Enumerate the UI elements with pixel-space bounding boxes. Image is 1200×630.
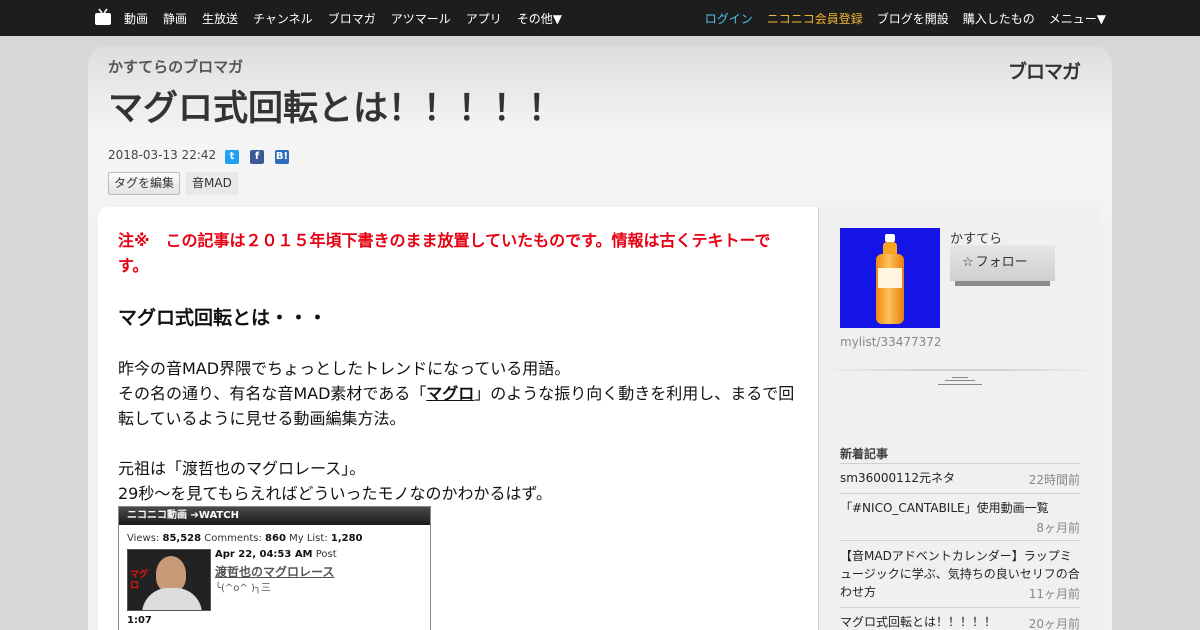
- nav-item-douga[interactable]: 動画: [124, 10, 148, 27]
- recent-divider: [840, 493, 1080, 494]
- login-link[interactable]: ログイン: [705, 10, 753, 27]
- embed-header: ニコニコ動画 ➔WATCH: [119, 507, 430, 525]
- post-date: 2018-03-13 22:42: [108, 148, 217, 162]
- nav-item-other-dropdown[interactable]: その他▼: [517, 10, 562, 27]
- top-navigation-bar: 動画 静画 生放送 チャンネル ブロマガ アツマール アプリ その他▼ ログイン…: [0, 0, 1200, 36]
- open-blog-link[interactable]: ブログを開設: [877, 10, 949, 27]
- article-notice: 注※ この記事は２０１５年頃下書きのまま放置していたものです。情報は古くテキトー…: [118, 231, 771, 275]
- menu-dropdown[interactable]: メニュー▼: [1049, 10, 1106, 27]
- bottle-label: [878, 268, 902, 288]
- hamburger-menu-icon[interactable]: [938, 376, 982, 386]
- menu-line: [945, 380, 975, 381]
- video-stats: Views: 85,528 Comments: 860 My List: 1,2…: [127, 533, 363, 544]
- tag-otomad[interactable]: 音MAD: [186, 172, 238, 195]
- recent-articles-heading: 新着記事: [840, 447, 889, 461]
- video-description: ╰(^o^ )╮三: [215, 583, 271, 594]
- article-paragraph: 元祖は「渡哲也のマグロレース」。: [118, 459, 366, 478]
- author-avatar[interactable]: [840, 228, 940, 328]
- account-menu: ログイン ニコニコ会員登録 ブログを開設 購入したもの メニュー▼: [691, 0, 1106, 36]
- article-paragraph: 29秒～を見てもらえればどういったモノなのかわかるはず。: [118, 484, 552, 503]
- video-thumbnail[interactable]: マグロ: [127, 549, 211, 611]
- blomaga-logo[interactable]: ブロマガ: [1008, 57, 1081, 84]
- nav-item-blomaga[interactable]: ブロマガ: [328, 10, 376, 27]
- edit-tags-button[interactable]: タグを編集: [108, 172, 181, 195]
- post-label: Post: [315, 549, 337, 560]
- recent-divider: [840, 540, 1080, 541]
- video-post-date: Apr 22, 04:53 AM Post: [215, 549, 337, 560]
- follow-label: フォロー: [975, 255, 1028, 270]
- comments-label: Comments:: [204, 533, 262, 544]
- register-link[interactable]: ニコニコ会員登録: [767, 10, 863, 27]
- article-heading: マグロ式回転とは・・・: [118, 307, 328, 329]
- recent-article-time: 20ヶ月前: [1028, 617, 1080, 630]
- video-length: 1:07: [127, 615, 152, 626]
- niconico-tv-icon[interactable]: [94, 8, 112, 26]
- recent-article-time: 22時間前: [1028, 473, 1080, 487]
- nav-item-atsumaru[interactable]: アツマール: [391, 10, 451, 27]
- service-menu: 動画 静画 生放送 チャンネル ブロマガ アツマール アプリ その他▼: [124, 0, 577, 36]
- blog-name-link[interactable]: かすてらのブロマガ: [108, 56, 243, 77]
- nav-item-channel[interactable]: チャンネル: [253, 10, 313, 27]
- twitter-share-icon[interactable]: t: [225, 150, 239, 164]
- star-icon: ☆: [962, 255, 974, 270]
- embedded-video-player[interactable]: ニコニコ動画 ➔WATCH Views: 85,528 Comments: 86…: [118, 506, 431, 630]
- article-title: マグロ式回転とは！！！！！: [108, 89, 564, 129]
- nav-item-live[interactable]: 生放送: [202, 10, 238, 27]
- author-mylist-link[interactable]: mylist/33477372: [840, 335, 942, 349]
- mylist-label: My List:: [289, 533, 328, 544]
- bottle-cap: [885, 234, 895, 242]
- bottle-image: [876, 234, 904, 324]
- sidebar-separator: [819, 369, 1102, 371]
- hatena-bookmark-icon[interactable]: B!: [275, 150, 289, 164]
- thumbnail-face: [156, 556, 186, 592]
- views-label: Views:: [127, 533, 160, 544]
- comments-count: 860: [265, 533, 286, 544]
- post-datetime: Apr 22, 04:53 AM: [215, 549, 313, 560]
- maguro-link[interactable]: マグロ: [426, 384, 474, 403]
- recent-article-time: 11ヶ月前: [1028, 587, 1080, 601]
- nav-item-seiga[interactable]: 静画: [163, 10, 187, 27]
- menu-line: [938, 384, 982, 385]
- follow-button[interactable]: ☆ フォロー: [950, 245, 1055, 281]
- sidebar-divider: [818, 207, 819, 630]
- article-paragraph: 昨今の音MAD界隈でちょっとしたトレンドになっている用語。: [118, 359, 571, 378]
- menu-line: [952, 377, 968, 378]
- nav-item-apps[interactable]: アプリ: [466, 10, 502, 27]
- views-count: 85,528: [162, 533, 202, 544]
- recent-divider: [840, 607, 1080, 608]
- bottle-body: [876, 254, 904, 324]
- recent-article-title[interactable]: 「#NICO_CANTABILE」使用動画一覧: [840, 499, 1080, 517]
- recent-divider: [840, 463, 1080, 464]
- video-title-link[interactable]: 渡哲也のマグロレース: [215, 563, 334, 580]
- purchased-link[interactable]: 購入したもの: [963, 10, 1035, 27]
- facebook-share-icon[interactable]: f: [250, 150, 264, 164]
- recent-article-time: 8ヶ月前: [1036, 521, 1080, 535]
- text: その名の通り、有名な音MAD素材である「: [118, 384, 427, 403]
- article-paragraph: その名の通り、有名な音MAD素材である「マグロ」のような振り向く動きを利用し、ま…: [118, 381, 798, 431]
- mylist-count: 1,280: [330, 533, 363, 544]
- thumbnail-text: マグロ: [130, 570, 149, 591]
